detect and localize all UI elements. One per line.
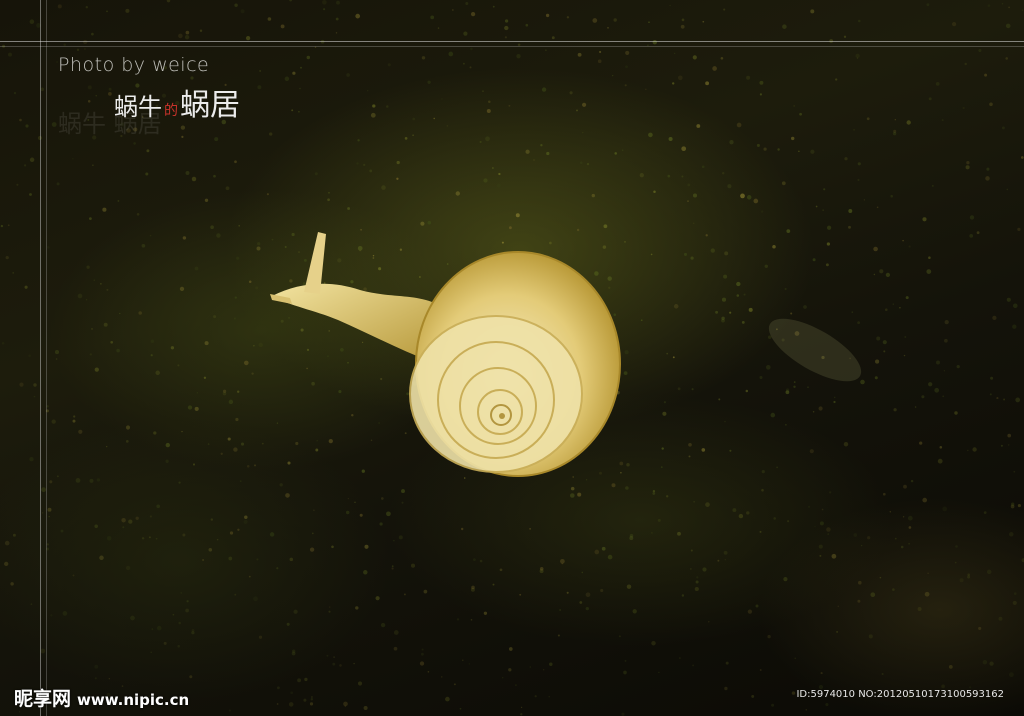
frame-line-top bbox=[0, 41, 1024, 42]
title-part-2: 的 bbox=[164, 103, 178, 119]
frame-line-top-inner bbox=[0, 46, 1024, 47]
title-part-3: 蜗居 bbox=[180, 88, 240, 123]
site-watermark: 昵享网 www.nipic.cn bbox=[14, 684, 189, 711]
image-id-label: ID:5974010 NO:20120510173100593162 bbox=[796, 689, 1004, 700]
title-part-1: 蜗牛 bbox=[114, 93, 162, 121]
frame-line-left-inner bbox=[46, 0, 47, 716]
watermark-url: www.nipic.cn bbox=[77, 691, 190, 709]
watermark-site-name: 昵享网 bbox=[14, 688, 72, 710]
photo-title: 蜗牛 的蜗居 bbox=[114, 80, 240, 124]
snail bbox=[270, 232, 621, 477]
photo-canvas: Photo by weice 蜗牛 蜗居 蜗牛 的蜗居 昵享网 www.nipi… bbox=[0, 0, 1024, 716]
frame-line-left bbox=[40, 0, 41, 716]
photo-credit: Photo by weice bbox=[58, 54, 210, 76]
snail-shell bbox=[409, 251, 621, 477]
snail-body bbox=[270, 232, 432, 362]
